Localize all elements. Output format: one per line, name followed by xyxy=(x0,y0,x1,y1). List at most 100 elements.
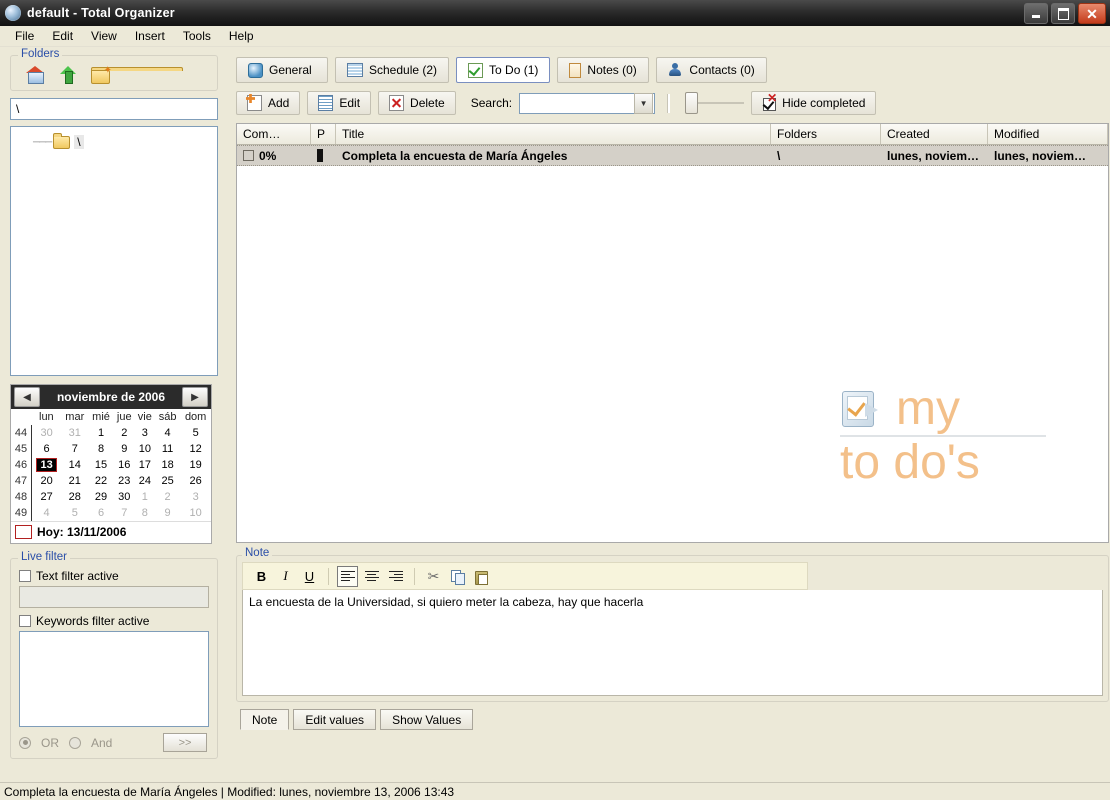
align-left-button[interactable] xyxy=(337,565,358,587)
calendar-day[interactable]: 30 xyxy=(32,425,62,441)
calendar-day[interactable]: 28 xyxy=(61,489,88,505)
calendar-day[interactable]: 10 xyxy=(180,505,211,521)
chevron-down-icon[interactable]: ▼ xyxy=(634,92,654,114)
todo-list-panel[interactable]: Com… P Title Folders Created Modified 0%… xyxy=(236,123,1109,543)
calendar-day[interactable]: 29 xyxy=(88,489,113,505)
calendar-day[interactable]: 30 xyxy=(114,489,135,505)
zoom-slider[interactable] xyxy=(682,92,745,114)
tab-todo[interactable]: To Do (1) xyxy=(456,57,551,83)
calendar-day[interactable]: 2 xyxy=(114,425,135,441)
tree-item[interactable]: ─── \ xyxy=(11,132,217,151)
calendar-day[interactable]: 15 xyxy=(88,457,113,473)
tab-notes[interactable]: Notes (0) xyxy=(557,57,650,83)
calendar-day[interactable]: 9 xyxy=(155,505,180,521)
maximize-button[interactable] xyxy=(1051,3,1075,24)
column-header-folders[interactable]: Folders xyxy=(771,124,881,144)
underline-button[interactable]: U xyxy=(299,566,320,587)
up-folder-icon[interactable] xyxy=(58,66,78,84)
keywords-filter-checkbox[interactable] xyxy=(19,615,31,627)
calendar-day[interactable]: 18 xyxy=(155,457,180,473)
calendar-day[interactable]: 8 xyxy=(135,505,155,521)
calendar-next-button[interactable]: ▶ xyxy=(182,387,208,407)
home-icon[interactable] xyxy=(25,66,45,84)
add-button[interactable]: Add xyxy=(236,91,301,115)
tab-contacts[interactable]: Contacts (0) xyxy=(656,57,767,83)
column-header-title[interactable]: Title xyxy=(336,124,771,144)
cell-complete[interactable]: 0% xyxy=(237,149,311,163)
calendar-day[interactable]: 12 xyxy=(180,441,211,457)
calendar-day[interactable]: 5 xyxy=(61,505,88,521)
calendar-day[interactable]: 1 xyxy=(135,489,155,505)
calendar-day[interactable]: 9 xyxy=(114,441,135,457)
column-header-priority[interactable]: P xyxy=(311,124,336,144)
bold-button[interactable]: B xyxy=(251,566,272,587)
calendar-day[interactable]: 6 xyxy=(32,441,62,457)
menu-view[interactable]: View xyxy=(82,27,126,45)
search-input[interactable]: ▼ xyxy=(519,92,656,114)
calendar-day[interactable]: 21 xyxy=(61,473,88,489)
calendar-day[interactable]: 11 xyxy=(155,441,180,457)
menu-help[interactable]: Help xyxy=(220,27,263,45)
close-button[interactable]: ✕ xyxy=(1078,3,1106,24)
calendar-day[interactable]: 1 xyxy=(88,425,113,441)
align-center-button[interactable] xyxy=(361,566,382,587)
calendar-day[interactable]: 20 xyxy=(32,473,62,489)
edit-button[interactable]: Edit xyxy=(307,91,372,115)
calendar-day[interactable]: 14 xyxy=(61,457,88,473)
calendar-day[interactable]: 4 xyxy=(155,425,180,441)
menu-tools[interactable]: Tools xyxy=(174,27,220,45)
calendar-day[interactable]: 10 xyxy=(135,441,155,457)
calendar-day[interactable]: 16 xyxy=(114,457,135,473)
menu-edit[interactable]: Edit xyxy=(43,27,82,45)
italic-button[interactable]: I xyxy=(275,566,296,587)
calendar-day[interactable]: 13 xyxy=(32,457,62,473)
slider-thumb[interactable] xyxy=(685,92,699,114)
keywords-list[interactable] xyxy=(19,631,209,727)
filter-and-radio[interactable] xyxy=(69,736,81,749)
calendar-day[interactable]: 3 xyxy=(180,489,211,505)
calendar-day[interactable]: 4 xyxy=(32,505,62,521)
tab-show-values[interactable]: Show Values xyxy=(380,709,474,730)
delete-button[interactable]: Delete xyxy=(378,91,456,115)
text-filter-checkbox[interactable] xyxy=(19,570,31,582)
calendar-day[interactable]: 22 xyxy=(88,473,113,489)
hide-completed-button[interactable]: ✕ Hide completed xyxy=(751,91,877,115)
calendar-day[interactable]: 26 xyxy=(180,473,211,489)
menu-file[interactable]: File xyxy=(6,27,43,45)
calendar-day[interactable]: 7 xyxy=(61,441,88,457)
tab-schedule[interactable]: Schedule (2) xyxy=(335,57,450,83)
calendar-day[interactable]: 23 xyxy=(114,473,135,489)
copy-button[interactable] xyxy=(447,566,468,587)
tab-general[interactable]: General xyxy=(236,57,328,83)
column-header-created[interactable]: Created xyxy=(881,124,988,144)
row-checkbox[interactable] xyxy=(243,150,254,161)
new-folder-icon[interactable]: ✦ xyxy=(91,66,183,84)
calendar-day[interactable]: 5 xyxy=(180,425,211,441)
calendar-day[interactable]: 17 xyxy=(135,457,155,473)
tab-note[interactable]: Note xyxy=(240,709,290,730)
column-header-complete[interactable]: Com… xyxy=(237,124,311,144)
keywords-filter-row[interactable]: Keywords filter active xyxy=(19,614,211,628)
calendar-day[interactable]: 31 xyxy=(61,425,88,441)
folder-path-input[interactable]: \ xyxy=(10,98,218,120)
text-filter-input[interactable] xyxy=(19,586,209,608)
cut-button[interactable]: ✂ xyxy=(423,566,444,587)
minimize-button[interactable] xyxy=(1024,3,1048,24)
calendar-day[interactable]: 19 xyxy=(180,457,211,473)
calendar-day[interactable]: 27 xyxy=(32,489,62,505)
calendar-day[interactable]: 8 xyxy=(88,441,113,457)
column-header-modified[interactable]: Modified xyxy=(988,124,1108,144)
table-row[interactable]: 0% Completa la encuesta de María Ángeles… xyxy=(237,145,1108,166)
paste-button[interactable] xyxy=(471,566,492,587)
calendar-day[interactable]: 25 xyxy=(155,473,180,489)
calendar-day[interactable]: 24 xyxy=(135,473,155,489)
align-right-button[interactable] xyxy=(385,566,406,587)
calendar-day[interactable]: 3 xyxy=(135,425,155,441)
calendar-day[interactable]: 6 xyxy=(88,505,113,521)
calendar-day[interactable]: 2 xyxy=(155,489,180,505)
calendar-day[interactable]: 7 xyxy=(114,505,135,521)
menu-insert[interactable]: Insert xyxy=(126,27,174,45)
calendar-prev-button[interactable]: ◀ xyxy=(14,387,40,407)
text-filter-row[interactable]: Text filter active xyxy=(19,569,211,583)
filter-or-radio[interactable] xyxy=(19,736,31,749)
